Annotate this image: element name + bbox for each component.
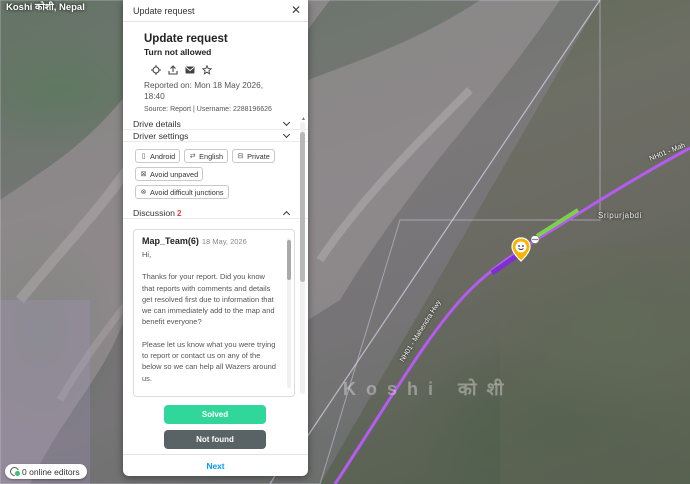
driver-settings-label: Driver settings [133, 130, 189, 141]
chip-label: English [199, 151, 224, 161]
unpaved-road-icon: ⊠ [140, 171, 147, 178]
driver-settings-chips: ▯ Android ⇄ English ⊟ Private ⊠ Avoid unpave… [123, 142, 293, 199]
chip-label: Android [150, 151, 176, 161]
request-type: Turn not allowed [144, 47, 212, 57]
comment-author: Map_Team(6) [142, 236, 199, 246]
comment-scroll-thumb[interactable] [287, 240, 291, 280]
comment-paragraph: Please let us know what you were trying … [142, 339, 276, 383]
online-editors-label: 0 online editors [22, 466, 80, 477]
car-icon: ⊟ [237, 153, 244, 160]
place-label: Sripurjabdi [598, 211, 642, 220]
comment-date: 18 May, 2026 [201, 237, 247, 246]
next-link[interactable]: Next [123, 461, 308, 471]
comment-header: Map_Team(6) 18 May, 2026 [134, 230, 294, 246]
chip-private[interactable]: ⊟ Private [232, 149, 275, 163]
comment-paragraph: Thanks for your report. Did you know tha… [142, 272, 275, 327]
chip-label: Avoid unpaved [150, 169, 199, 179]
discussion-count-badge: 2 [177, 208, 182, 218]
discussion-section[interactable]: Discussion 2 [123, 207, 308, 219]
discussion-label: Discussion [133, 207, 176, 218]
chip-language[interactable]: ⇄ English [184, 149, 229, 163]
region-label: Koshi कोशी [343, 379, 514, 399]
not-found-button[interactable]: Not found [164, 430, 266, 449]
online-editors-pill[interactable]: 0 online editors [5, 464, 87, 479]
chevron-up-icon [282, 210, 291, 218]
chevron-down-icon [282, 118, 291, 126]
solved-button[interactable]: Solved [164, 405, 266, 424]
update-request-panel: Update request ✕ Update request Turn not… [123, 0, 308, 476]
update-request-pin[interactable] [510, 236, 546, 266]
map-canvas[interactable]: Koshi कोशी, Nepal Sripurjabdi Koshi कोशी… [0, 0, 690, 484]
translate-icon: ⇄ [189, 153, 196, 160]
panel-header: Update request ✕ [123, 0, 308, 22]
phone-icon: ▯ [141, 153, 146, 160]
request-summary: Update request Turn not allowed Reported… [123, 22, 308, 113]
comment-card[interactable]: Map_Team(6) 18 May, 2026 Hi, Thanks for … [133, 229, 295, 397]
star-icon[interactable] [201, 64, 212, 75]
panel-divider [123, 454, 308, 455]
panel-scrollbar[interactable] [300, 122, 305, 394]
chip-label: Private [247, 151, 270, 161]
satellite-imagery [0, 0, 690, 484]
comment-scrollbar[interactable] [287, 238, 291, 388]
driver-settings-section[interactable]: Driver settings [123, 130, 308, 142]
request-source: Source: Report | Username: 2288196626 [144, 106, 272, 113]
chevron-down-icon [282, 130, 291, 138]
chip-avoid-difficult-junctions[interactable]: ⊗ Avoid difficult junctions [135, 185, 229, 199]
junction-icon: ⊗ [140, 189, 147, 196]
comment-body: Hi, Thanks for your report. Did you know… [134, 246, 294, 384]
chip-label: Avoid difficult junctions [150, 187, 224, 197]
crosshair-icon[interactable] [150, 64, 161, 75]
share-icon[interactable] [167, 64, 178, 75]
panel-title: Update request [133, 5, 195, 16]
location-label: Koshi कोशी, Nepal [6, 2, 85, 13]
chip-avoid-unpaved[interactable]: ⊠ Avoid unpaved [135, 167, 204, 181]
drive-details-label: Drive details [133, 118, 181, 129]
chip-android[interactable]: ▯ Android [135, 149, 181, 163]
mail-icon[interactable] [184, 64, 195, 75]
drive-details-section[interactable]: Drive details [123, 118, 308, 130]
request-actions [150, 64, 308, 75]
panel-scroll-area[interactable]: Drive details Driver settings ▯ Android ⇄… [123, 116, 308, 398]
close-icon[interactable]: ✕ [290, 4, 302, 17]
reported-on: Reported on: Mon 18 May 2026, 18:40 [144, 80, 263, 101]
editors-icon [10, 467, 21, 477]
request-title: Update request [144, 33, 228, 45]
comment-greeting: Hi, [142, 250, 152, 259]
panel-scroll-thumb[interactable] [300, 132, 305, 282]
